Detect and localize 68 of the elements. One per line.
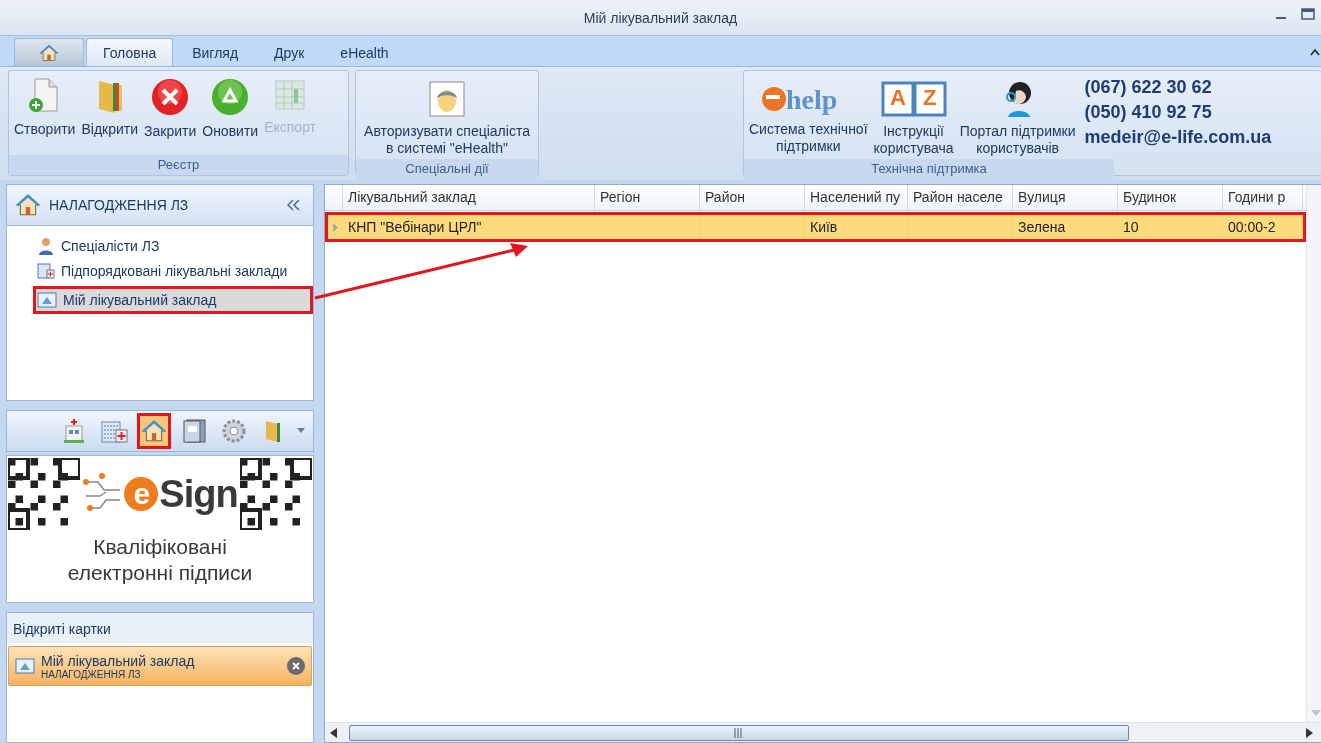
- contact-text: (050) 410 92 75: [1084, 102, 1213, 123]
- tree-item[interactable]: Підпорядковані лікувальні заклади: [37, 261, 313, 281]
- building-icon: [37, 262, 55, 280]
- ribbon-tab[interactable]: Вигляд: [175, 38, 256, 66]
- tree-item[interactable]: Спеціалісти ЛЗ: [37, 236, 313, 256]
- ribbon-button[interactable]: Оновити: [199, 75, 262, 142]
- column-header[interactable]: Регіон: [595, 185, 700, 210]
- scrollbar-thumb[interactable]: [349, 724, 1129, 741]
- ribbon-tab[interactable]: Головна: [86, 38, 174, 66]
- ribbon-button[interactable]: Створити: [11, 75, 79, 140]
- house-icon: [15, 192, 41, 218]
- column-header[interactable]: Вулиця: [1013, 185, 1118, 210]
- table-cell: Зелена: [1013, 215, 1118, 239]
- building-icon: [100, 418, 128, 444]
- table-cell: 10: [1118, 215, 1223, 239]
- tree-item[interactable]: Мій лікувальний заклад: [33, 286, 313, 314]
- chevrons-left-icon: [287, 198, 301, 211]
- ribbon-button[interactable]: Авторизувати спеціаліста в системі "eHealth": [361, 79, 533, 159]
- banner-text: Кваліфіковані електронні підписи: [67, 534, 253, 586]
- dropdown-caret-icon[interactable]: [297, 428, 305, 434]
- close-icon: [150, 77, 191, 117]
- house-icon: [141, 418, 167, 444]
- column-header[interactable]: Будинок: [1118, 185, 1223, 210]
- maximize-icon[interactable]: [1301, 8, 1315, 20]
- x-icon: [291, 661, 301, 671]
- picture-frame-icon: [37, 292, 57, 308]
- table-cell: 00:00-2: [1223, 215, 1303, 239]
- card-title: Мій лікувальний заклад: [41, 652, 196, 669]
- house-icon: [39, 42, 59, 63]
- column-header[interactable]: Години р: [1223, 185, 1303, 210]
- person-icon: [429, 81, 465, 117]
- binder-icon: [181, 418, 207, 444]
- column-header[interactable]: Район населе: [908, 185, 1013, 210]
- ribbon-button[interactable]: Закрити: [141, 75, 200, 142]
- gear-icon: [221, 418, 247, 444]
- panel-title: Відкриті картки: [7, 613, 313, 643]
- ribbon-tab[interactable]: eHealth: [323, 38, 406, 66]
- ribbon-tab[interactable]: Друк: [257, 38, 322, 66]
- picture-frame-icon: [15, 658, 35, 674]
- support-button[interactable]: help Система технічної підтримки: [746, 75, 871, 157]
- card-subtitle: НАЛАГОДЖЕННЯ ЛЗ: [41, 668, 141, 680]
- table-cell: Київ: [805, 215, 908, 239]
- collapse-ribbon-icon[interactable]: [1310, 48, 1320, 56]
- navigator-title: НАЛАГОДЖЕННЯ ЛЗ: [49, 197, 190, 213]
- brand-logo: e Sign: [124, 472, 238, 516]
- close-button[interactable]: [287, 657, 305, 675]
- qr-code-icon: [239, 458, 312, 530]
- group-title: Реєстр: [9, 155, 348, 175]
- ribbon-button[interactable]: Відкрити: [78, 75, 142, 140]
- contact-text: (067) 622 30 62: [1084, 77, 1213, 98]
- hospital-icon: [62, 418, 86, 444]
- column-header[interactable]: Населений пу: [805, 185, 908, 210]
- window-title: Мій лікувальний заклад: [583, 9, 738, 26]
- support-button[interactable]: Портал підтримки користувачів: [956, 75, 1079, 159]
- contact-text: medeir@e-life.com.ua: [1084, 127, 1272, 148]
- column-header[interactable]: Лікувальний заклад: [343, 185, 595, 210]
- group-title: Технічна підтримка: [744, 159, 1114, 179]
- support-button[interactable]: A Z Інструкції користувача: [870, 75, 957, 159]
- table-cell: КНП "Вебінари ЦРЛ": [343, 215, 595, 239]
- row-pointer-icon: [333, 222, 338, 232]
- qr-code-icon: [8, 458, 81, 530]
- home-tab[interactable]: [14, 38, 84, 66]
- open-card[interactable]: Мій лікувальний заклад НАЛАГОДЖЕННЯ ЛЗ: [8, 646, 312, 686]
- toolbar-button[interactable]: [137, 413, 171, 449]
- ehelp-logo: help: [760, 77, 857, 117]
- group-title: Спеціальні дії: [356, 159, 538, 179]
- table-row[interactable]: КНП "Вебінари ЦРЛ" Київ Зелена 10 00:00-2: [325, 212, 1306, 242]
- column-header[interactable]: Район: [700, 185, 805, 210]
